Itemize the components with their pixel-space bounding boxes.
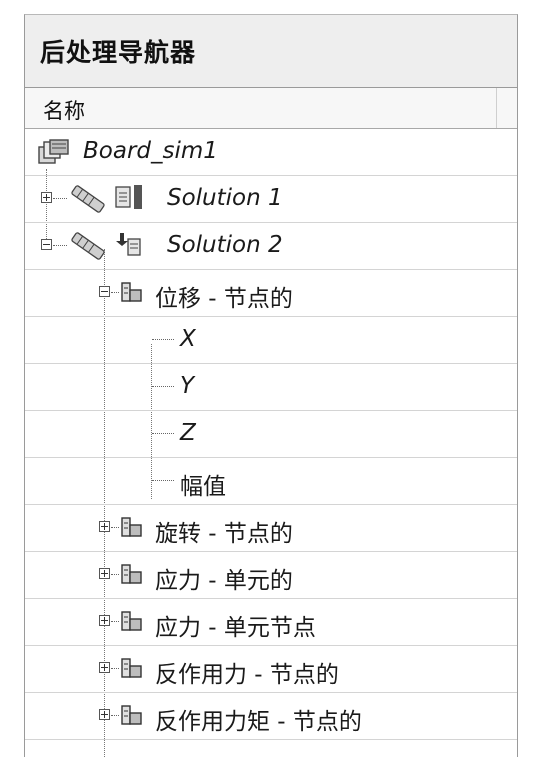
expand-icon[interactable]: [41, 192, 52, 203]
result-icon: [121, 611, 142, 631]
tree-connector-dots: [111, 621, 119, 622]
result-icon: [121, 705, 142, 725]
navigator-title: 后处理导航器: [40, 38, 197, 67]
name-column-header[interactable]: 名称: [25, 88, 497, 128]
tree-row-solution-1[interactable]: Solution 1: [25, 176, 517, 223]
tree-row-stress-element-nodal[interactable]: 应力 - 单元节点: [25, 599, 517, 646]
tree-connector-dots: [152, 433, 174, 434]
column-header-row: 名称: [25, 88, 517, 129]
expand-icon[interactable]: [99, 521, 110, 532]
tree-connector-dots: [111, 715, 119, 716]
post-processing-navigator: 后处理导航器 名称 Board_sim1 Solution 1 Solution…: [24, 14, 518, 757]
tree-connector-dots: [111, 574, 119, 575]
tree-row-solution-2[interactable]: Solution 2: [25, 223, 517, 270]
tree-connector-dots: [53, 198, 67, 199]
tree-label: 应力 - 单元的: [155, 568, 293, 594]
solution-icon: [71, 185, 142, 213]
tree-row-displacement-nodal[interactable]: 位移 - 节点的: [25, 270, 517, 317]
expand-icon[interactable]: [99, 709, 110, 720]
tree-label: 反作用力 - 节点的: [155, 662, 339, 688]
expand-icon[interactable]: [99, 662, 110, 673]
tree-row-component-z[interactable]: Z: [25, 411, 517, 458]
tree-row-component-x[interactable]: X: [25, 317, 517, 364]
tree-connector-dots: [111, 292, 119, 293]
tree-connector-dots: [152, 480, 174, 481]
result-icon: [121, 517, 142, 537]
tree-label: 应力 - 单元节点: [155, 615, 316, 641]
name-column-label: 名称: [43, 99, 85, 123]
tree-connector-dots: [111, 668, 119, 669]
tree-row-stress-elemental[interactable]: 应力 - 单元的: [25, 552, 517, 599]
tree-connector-dots: [111, 527, 119, 528]
tree-label: Solution 2: [167, 232, 283, 258]
collapse-icon[interactable]: [41, 239, 52, 250]
expand-icon[interactable]: [99, 615, 110, 626]
solution-active-icon: [71, 232, 141, 260]
expand-icon[interactable]: [99, 568, 110, 579]
tree-row-component-magnitude[interactable]: 幅值: [25, 458, 517, 505]
tree-label: Solution 1: [167, 185, 283, 211]
tree-label: 位移 - 节点的: [155, 286, 293, 312]
tree-connector-dots: [53, 245, 67, 246]
tree-label: X: [180, 326, 196, 352]
tree-connector-dots: [152, 386, 174, 387]
tree-label: 幅值: [180, 474, 226, 500]
tree-label: Board_sim1: [83, 138, 218, 164]
tree-row-board-sim1[interactable]: Board_sim1: [25, 129, 517, 176]
result-icon: [121, 564, 142, 584]
tree-row-reaction-moment-nodal[interactable]: 反作用力矩 - 节点的: [25, 693, 517, 740]
collapse-icon[interactable]: [99, 286, 110, 297]
tree-row-reaction-force-nodal[interactable]: 反作用力 - 节点的: [25, 646, 517, 693]
sim-file-icon: [38, 139, 69, 164]
tree-label: 反作用力矩 - 节点的: [155, 709, 362, 735]
tree-label: Z: [180, 420, 196, 446]
tree-connector-dots: [152, 339, 174, 340]
tree-row-component-y[interactable]: Y: [25, 364, 517, 411]
navigator-title-bar: 后处理导航器: [25, 15, 517, 88]
tree-row-rotation-nodal[interactable]: 旋转 - 节点的: [25, 505, 517, 552]
result-icon: [121, 658, 142, 678]
tree-label: Y: [180, 373, 195, 399]
tree-label: 旋转 - 节点的: [155, 521, 293, 547]
result-icon: [121, 282, 142, 302]
